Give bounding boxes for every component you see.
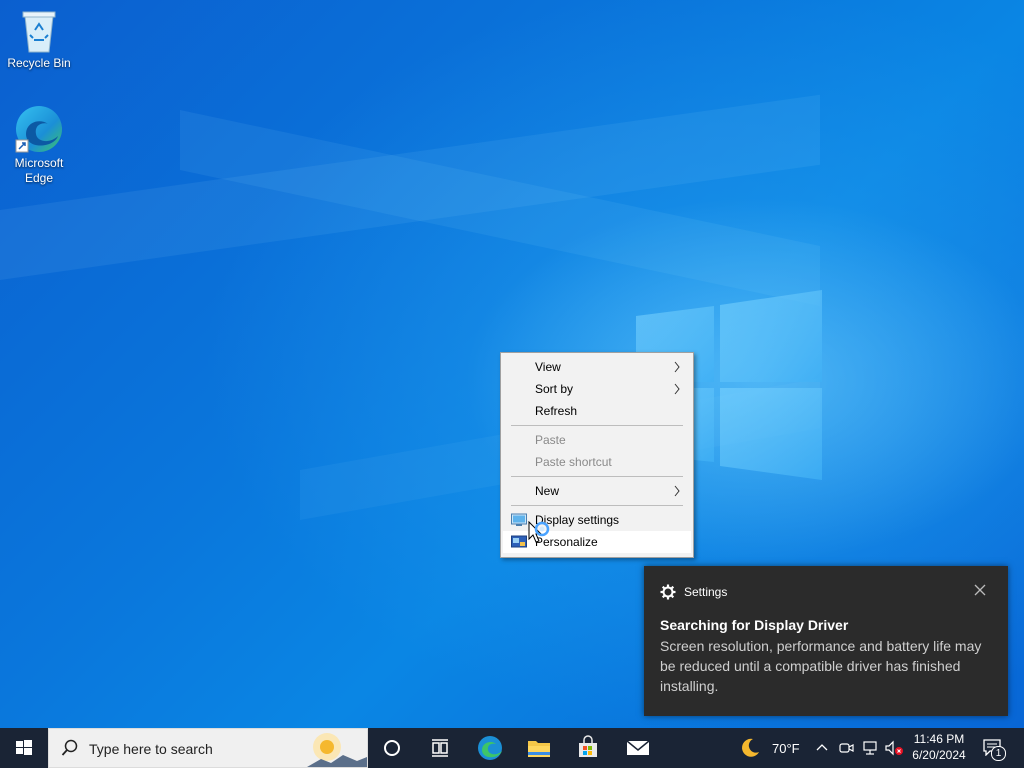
edge-taskbar-icon[interactable] (470, 728, 510, 768)
toast-app-name: Settings (684, 585, 728, 599)
taskbar-search-box[interactable]: Type here to search (48, 728, 368, 768)
action-center-button[interactable]: 1 (980, 736, 1008, 761)
personalize-icon (511, 535, 527, 548)
microsoft-store-icon[interactable] (568, 728, 608, 768)
search-placeholder: Type here to search (89, 741, 213, 757)
menu-separator (511, 476, 683, 477)
toast-title: Searching for Display Driver (660, 617, 849, 633)
display-settings-icon (511, 513, 527, 526)
toast-notification[interactable]: Settings Searching for Display Driver Sc… (644, 566, 1008, 716)
gear-icon (660, 584, 676, 600)
menu-item-paste[interactable]: Paste (503, 429, 691, 451)
desktop-icon-label: Microsoft Edge (14, 156, 64, 185)
chevron-right-icon (674, 383, 680, 395)
chevron-right-icon (674, 485, 680, 497)
taskbar: Type here to search 70°F 11:46 PM 6/20/2… (0, 728, 1024, 768)
toast-body: Screen resolution, performance and batte… (660, 638, 982, 694)
edge-icon (15, 106, 62, 153)
clock-date: 6/20/2024 (912, 748, 966, 762)
menu-item-refresh[interactable]: Refresh (503, 400, 691, 422)
mail-icon[interactable] (618, 728, 658, 768)
menu-item-sort-by[interactable]: Sort by (503, 378, 691, 400)
menu-item-paste-shortcut[interactable]: Paste shortcut (503, 451, 691, 473)
menu-separator (511, 505, 683, 506)
file-explorer-icon[interactable] (519, 728, 559, 768)
menu-item-view[interactable]: View (503, 356, 691, 378)
clock-time: 11:46 PM (913, 732, 965, 746)
desktop-background[interactable]: Recycle Bin Microsoft Edge View Sort by (0, 0, 1024, 728)
search-highlight-image (307, 729, 367, 767)
search-icon (61, 739, 78, 756)
weather-moon-icon[interactable] (738, 736, 762, 760)
chevron-up-icon[interactable] (815, 741, 829, 755)
notification-count-badge: 1 (991, 746, 1006, 761)
chevron-right-icon (674, 361, 680, 373)
system-clock[interactable]: 11:46 PM 6/20/2024 (906, 732, 972, 763)
recycle-bin-icon (22, 11, 56, 53)
menu-separator (511, 425, 683, 426)
start-button[interactable] (0, 728, 48, 768)
cortana-icon[interactable] (372, 728, 412, 768)
close-icon[interactable] (972, 582, 988, 598)
task-view-icon[interactable] (420, 728, 460, 768)
network-icon[interactable] (862, 740, 880, 756)
meet-now-icon[interactable] (838, 740, 854, 756)
desktop-icon-recycle-bin[interactable]: Recycle Bin (1, 8, 77, 71)
busy-cursor-icon (528, 521, 550, 543)
desktop-icon-label: Recycle Bin (7, 56, 71, 70)
desktop-icon-microsoft-edge[interactable]: Microsoft Edge (1, 104, 77, 186)
menu-item-new[interactable]: New (503, 480, 691, 502)
weather-temperature[interactable]: 70°F (772, 741, 800, 756)
volume-muted-icon[interactable] (884, 740, 904, 756)
